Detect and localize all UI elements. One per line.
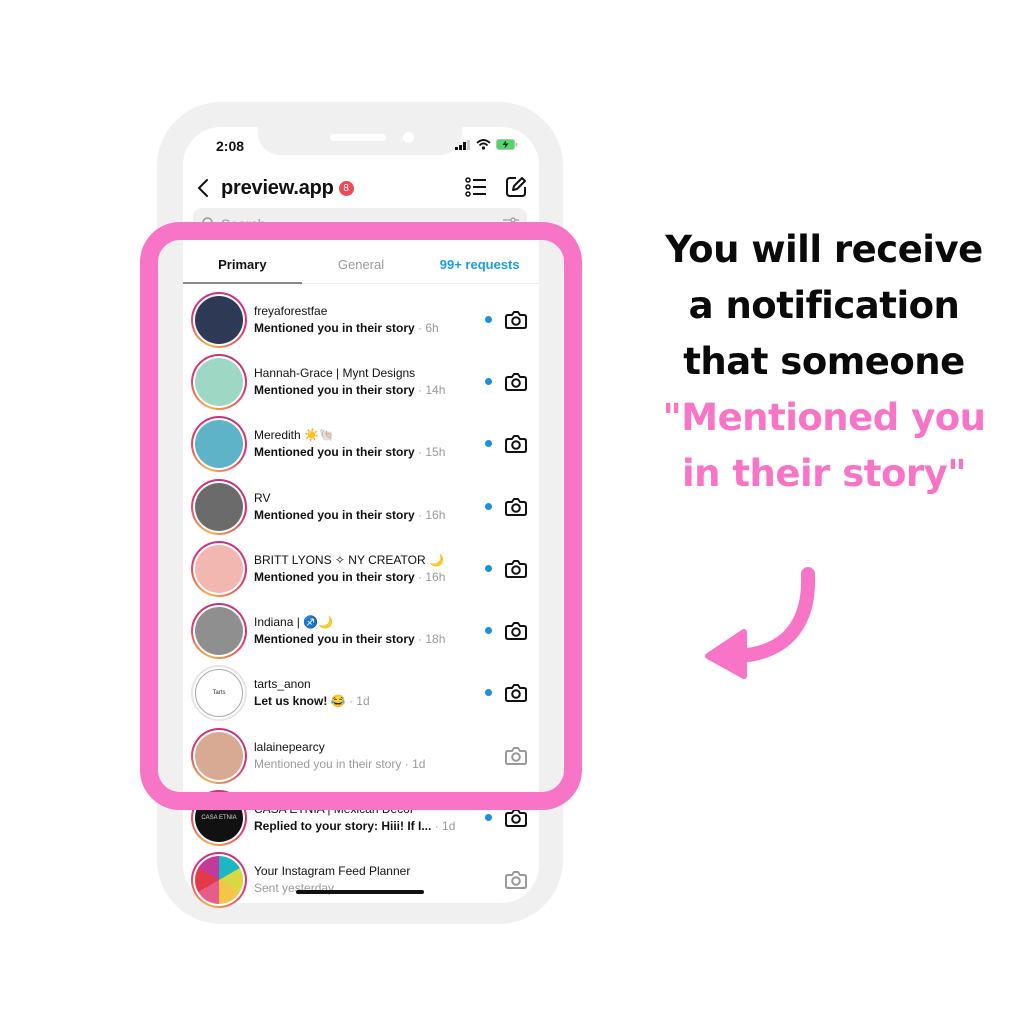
avatar-image [195,856,243,904]
unread-dot [485,814,492,821]
notch-speaker [330,134,386,141]
list-icon[interactable] [465,176,487,198]
avatar[interactable] [191,852,247,908]
highlight-frame [140,222,582,810]
avatar-inner [193,854,245,906]
signal-icon [455,139,470,150]
chevron-left-icon [197,179,208,197]
thread-row[interactable]: Your Instagram Feed Planner Sent yesterd… [191,852,531,912]
battery-icon [496,139,518,150]
account-title[interactable]: preview.app [221,177,334,200]
caption: You will receive a notification that som… [628,222,1020,502]
thread-message: Replied to your story: Hiii! If I... · 1… [254,819,455,833]
thread-time: · 1d [434,819,456,833]
notch-camera [403,132,414,143]
back-button[interactable] [197,176,215,200]
caption-line-4: "Mentioned you [662,396,986,439]
header-actions [465,176,527,198]
caption-line-5: in their story" [681,452,967,495]
caption-line-1: You will receive [665,228,983,271]
thread-message-text: Replied to your story: Hiii! If I... [254,819,432,833]
wifi-icon [476,139,491,150]
caption-line-2: a notification [688,284,960,327]
caption-line-3: that someone [683,340,965,383]
avatar-text: CASA ETNIA [201,815,237,821]
compose-icon[interactable] [505,176,527,198]
notification-badge: 8 [338,180,354,196]
home-indicator[interactable] [296,890,424,894]
status-icons [455,139,518,150]
thread-name: Your Instagram Feed Planner [254,864,411,878]
header: preview.app 8 [197,172,527,204]
curved-arrow-icon [705,567,816,679]
camera-icon[interactable] [505,869,527,891]
camera-icon[interactable] [505,807,527,829]
status-time: 2:08 [216,138,245,154]
phone-notch [258,127,462,155]
